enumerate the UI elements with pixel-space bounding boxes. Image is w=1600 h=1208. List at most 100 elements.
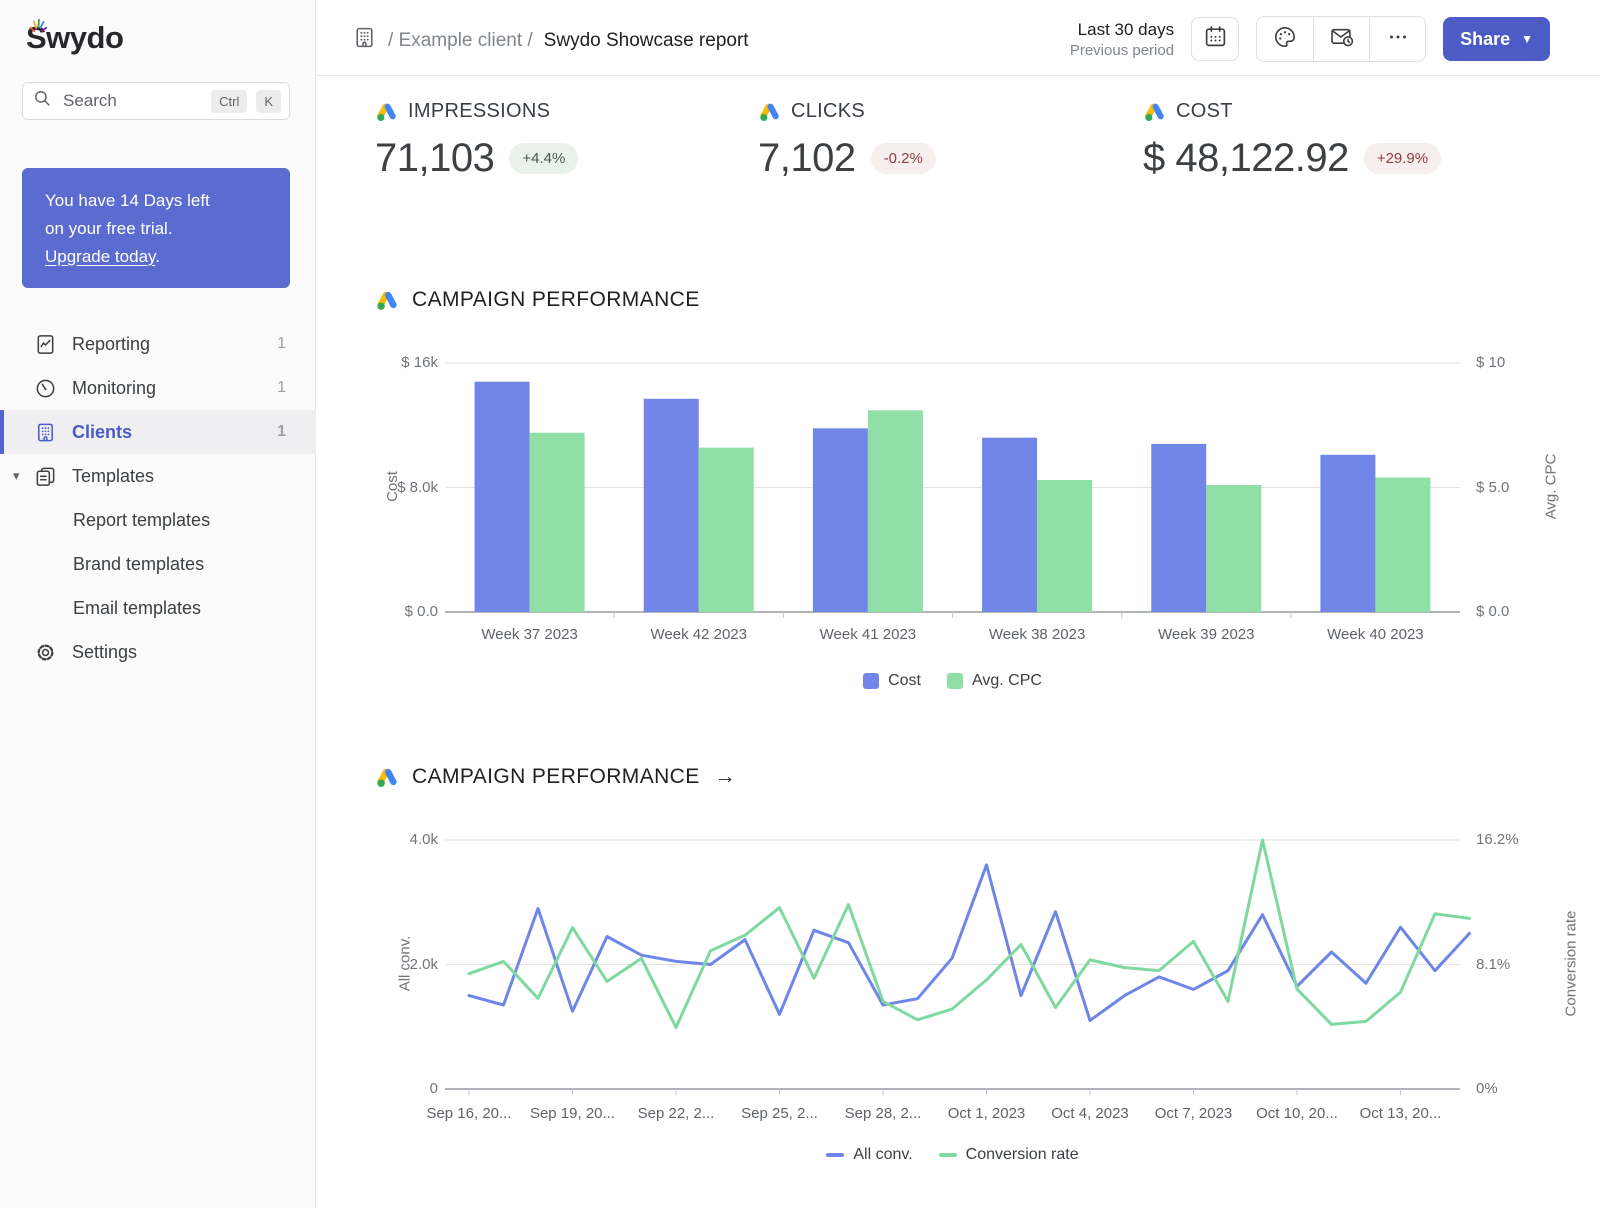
bar-chart-title: CAMPAIGN PERFORMANCE (375, 288, 700, 312)
search-box[interactable]: Ctrl K (22, 82, 290, 120)
legend-item-all-conv-[interactable]: All conv. (826, 1146, 912, 1164)
x-axis-label: Oct 4, 2023 (1030, 1105, 1150, 1122)
ellipsis-icon (1386, 25, 1410, 54)
bar-cost-5 (1151, 444, 1206, 612)
palette-icon (1272, 24, 1298, 55)
sidebar-item-clients[interactable]: Clients 1 (0, 410, 316, 454)
google-ads-icon (758, 100, 781, 123)
x-axis-label: Sep 16, 20... (409, 1105, 529, 1122)
sidebar-subitem-label: Email templates (73, 598, 201, 619)
kpi-impressions: IMPRESSIONS71,103+4.4% (375, 100, 578, 181)
top-header: / Example client / Swydo Showcase report… (316, 0, 1600, 76)
client-building-icon (352, 25, 377, 56)
more-options-button[interactable] (1369, 17, 1425, 61)
x-axis-label: Sep 22, 2... (616, 1105, 736, 1122)
right-axis-title: Conversion rate (1562, 910, 1579, 1016)
bar-cost-3 (813, 428, 868, 612)
shortcut-key-ctrl: Ctrl (211, 90, 247, 113)
sidebar-item-label: Monitoring (72, 378, 156, 399)
upgrade-link[interactable]: Upgrade today (45, 247, 155, 266)
calendar-button[interactable] (1191, 17, 1239, 61)
date-range-primary: Last 30 days (1070, 20, 1174, 40)
x-axis-label: Sep 25, 2... (720, 1105, 840, 1122)
y-axis-tick-left: $ 8.0k (368, 479, 438, 496)
breadcrumb-client[interactable]: / Example client / (388, 30, 533, 52)
google-ads-icon (375, 288, 399, 312)
legend-item-conversion-rate[interactable]: Conversion rate (939, 1146, 1079, 1164)
shortcut-key-k: K (256, 90, 281, 113)
chart-legend: All conv. Conversion rate (445, 1146, 1460, 1164)
date-range-selector[interactable]: Last 30 days Previous period (1070, 20, 1174, 59)
legend-item-avg-cpc[interactable]: Avg. CPC (947, 672, 1042, 690)
x-axis-label: Oct 13, 20... (1341, 1105, 1461, 1122)
legend-swatch (863, 673, 879, 689)
sidebar-item-label: Templates (72, 466, 154, 487)
sidebar-item-templates[interactable]: ▾ Templates (0, 454, 316, 498)
search-input[interactable] (61, 90, 202, 112)
share-button[interactable]: Share ▼ (1443, 17, 1550, 61)
right-axis-title: Avg. CPC (1542, 453, 1559, 519)
kpi-label: IMPRESSIONS (408, 100, 550, 123)
kpi-clicks: CLICKS7,102-0.2% (758, 100, 936, 181)
sidebar-subitem-email-templates[interactable]: Email templates (0, 586, 316, 630)
line-chart-title[interactable]: CAMPAIGN PERFORMANCE → (375, 765, 736, 789)
kpi-cost: COST$ 48,122.92+29.9% (1143, 100, 1441, 181)
trial-banner-line2: on your free trial. (45, 215, 290, 243)
x-axis-label: Sep 28, 2... (823, 1105, 943, 1122)
monitoring-icon (34, 377, 57, 400)
bar-cpc-6 (1375, 478, 1430, 612)
calendar-icon (1203, 24, 1228, 54)
share-label: Share (1460, 29, 1510, 50)
google-ads-icon (1143, 100, 1166, 123)
sidebar-subitem-report-templates[interactable]: Report templates (0, 498, 316, 542)
bar-cpc-3 (868, 410, 923, 612)
reporting-icon (34, 333, 57, 356)
sidebar-item-monitoring[interactable]: Monitoring1 (0, 366, 316, 410)
line-series-1 (469, 865, 1470, 1021)
kpi-value-row: 7,102-0.2% (758, 136, 936, 181)
expand-caret-icon[interactable]: ▾ (13, 468, 20, 484)
x-axis-label: Week 42 2023 (619, 626, 779, 643)
templates-icon (34, 465, 57, 488)
schedule-email-button[interactable] (1313, 17, 1369, 61)
google-ads-icon (375, 765, 399, 789)
sidebar-subitem-label: Brand templates (73, 554, 204, 575)
bar-cpc-1 (530, 433, 585, 612)
y-axis-tick-right: $ 10 (1476, 354, 1505, 371)
bar-cpc-2 (699, 448, 754, 612)
mail-schedule-icon (1329, 24, 1355, 55)
sidebar-item-count: 1 (277, 423, 286, 441)
sidebar-item-label: Clients (72, 422, 132, 443)
y-axis-tick-right: $ 5.0 (1476, 479, 1509, 496)
legend-swatch (826, 1153, 844, 1157)
sidebar-subitem-brand-templates[interactable]: Brand templates (0, 542, 316, 586)
theme-button[interactable] (1257, 17, 1313, 61)
x-axis-label: Week 37 2023 (450, 626, 610, 643)
legend-label: All conv. (853, 1146, 912, 1164)
legend-item-cost[interactable]: Cost (863, 672, 921, 690)
breadcrumb-report-title: Swydo Showcase report (544, 30, 749, 52)
kpi-value: 71,103 (375, 136, 494, 181)
legend-swatch (939, 1153, 957, 1157)
building-icon (34, 421, 57, 444)
bar-cpc-5 (1206, 485, 1261, 612)
x-axis-label: Oct 7, 2023 (1134, 1105, 1254, 1122)
trial-banner: You have 14 Days left on your free trial… (22, 168, 290, 288)
bar-cpc-4 (1037, 480, 1092, 612)
report-toolbar (1256, 16, 1426, 62)
y-axis-tick-right: $ 0.0 (1476, 603, 1509, 620)
breadcrumb: / Example client / Swydo Showcase report (352, 25, 749, 56)
y-axis-tick-left: $ 16k (368, 354, 438, 371)
sidebar-item-reporting[interactable]: Reporting1 (0, 322, 316, 366)
kpi-label: COST (1176, 100, 1233, 123)
swydo-logo: Swydo (26, 20, 123, 56)
search-icon (33, 89, 52, 113)
sidebar-subitem-label: Report templates (73, 510, 210, 531)
x-axis-label: Week 38 2023 (957, 626, 1117, 643)
kpi-delta-badge: +29.9% (1364, 143, 1441, 174)
sidebar-item-settings[interactable]: Settings (0, 630, 316, 674)
left-axis-title: Cost (384, 471, 401, 502)
header-actions: Last 30 days Previous period (1070, 16, 1550, 62)
sidebar: Swydo Ctrl K You have 14 Days left on yo… (0, 0, 316, 1208)
sidebar-item-label: Settings (72, 642, 137, 663)
